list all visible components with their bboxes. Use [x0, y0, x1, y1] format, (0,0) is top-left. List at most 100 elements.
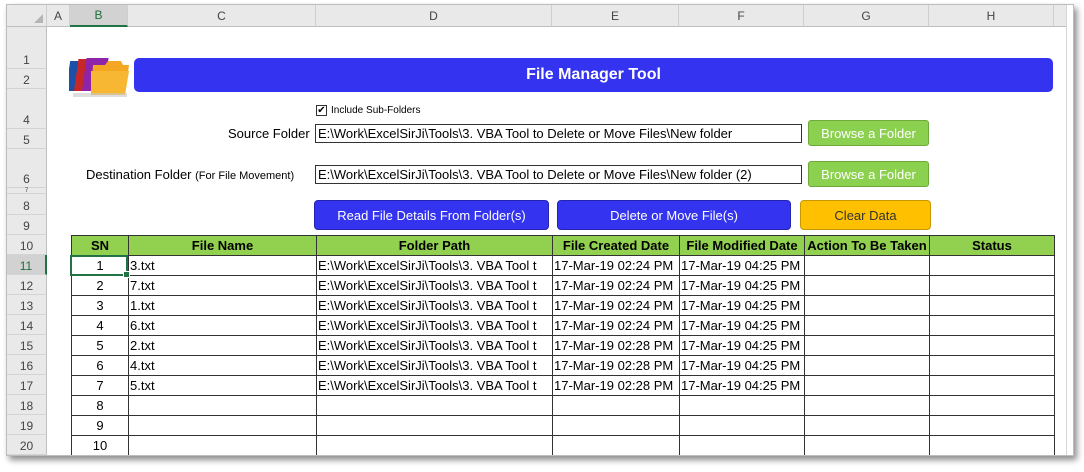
table-cell[interactable]: 9: [71, 415, 129, 436]
table-cell[interactable]: [804, 255, 930, 276]
table-cell[interactable]: [929, 295, 1055, 316]
table-cell[interactable]: 17-Mar-19 04:25 PM: [679, 275, 805, 296]
row-header-5[interactable]: 5: [7, 129, 47, 149]
table-cell[interactable]: 17-Mar-19 02:24 PM: [552, 295, 680, 316]
table-cell[interactable]: [804, 355, 930, 376]
column-header-d[interactable]: D: [316, 5, 552, 27]
table-cell[interactable]: [552, 395, 680, 416]
table-cell[interactable]: [552, 415, 680, 436]
table-cell[interactable]: [804, 295, 930, 316]
column-header-e[interactable]: E: [552, 5, 679, 27]
table-header-cell[interactable]: Action To Be Taken: [804, 235, 930, 256]
table-cell[interactable]: [929, 315, 1055, 336]
browse-source-button[interactable]: Browse a Folder: [808, 120, 929, 146]
table-cell[interactable]: 7.txt: [128, 275, 317, 296]
table-cell[interactable]: [804, 315, 930, 336]
table-cell[interactable]: 4: [71, 315, 129, 336]
table-cell[interactable]: 17-Mar-19 02:24 PM: [552, 275, 680, 296]
row-header-12[interactable]: 12: [7, 275, 47, 295]
include-subfolders-checkbox[interactable]: ✔ Include Sub-Folders: [316, 105, 421, 116]
table-cell[interactable]: 17-Mar-19 04:25 PM: [679, 355, 805, 376]
table-cell[interactable]: [552, 435, 680, 455]
table-cell[interactable]: 8: [71, 395, 129, 416]
table-cell[interactable]: [929, 335, 1055, 356]
row-header-15[interactable]: 15: [7, 335, 47, 355]
row-header-20[interactable]: 20: [7, 435, 47, 455]
column-header-a[interactable]: A: [47, 5, 70, 27]
table-cell[interactable]: 4.txt: [128, 355, 317, 376]
row-header-19[interactable]: 19: [7, 415, 47, 435]
table-header-cell[interactable]: File Created Date: [552, 235, 680, 256]
column-header-b[interactable]: B: [70, 5, 128, 27]
table-cell[interactable]: 3: [71, 295, 129, 316]
table-header-cell[interactable]: SN: [71, 235, 129, 256]
table-cell[interactable]: [929, 415, 1055, 436]
table-cell[interactable]: E:\Work\ExcelSirJi\Tools\3. VBA Tool t: [316, 375, 553, 396]
row-header-10[interactable]: 10: [7, 235, 47, 255]
table-cell[interactable]: 17-Mar-19 02:24 PM: [552, 315, 680, 336]
table-cell[interactable]: [128, 415, 317, 436]
table-cell[interactable]: 10: [71, 435, 129, 455]
source-folder-input[interactable]: E:\Work\ExcelSirJi\Tools\3. VBA Tool to …: [315, 124, 802, 143]
table-cell[interactable]: 17-Mar-19 04:25 PM: [679, 295, 805, 316]
column-header-f[interactable]: F: [679, 5, 804, 27]
table-cell[interactable]: 17-Mar-19 02:24 PM: [552, 255, 680, 276]
table-cell[interactable]: 3.txt: [128, 255, 317, 276]
row-header-14[interactable]: 14: [7, 315, 47, 335]
table-cell[interactable]: 6: [71, 355, 129, 376]
row-header-9[interactable]: 9: [7, 215, 47, 235]
table-header-cell[interactable]: File Name: [128, 235, 317, 256]
table-cell[interactable]: [316, 435, 553, 455]
vertical-scrollbar[interactable]: [1066, 5, 1073, 455]
table-cell[interactable]: 5.txt: [128, 375, 317, 396]
table-cell[interactable]: E:\Work\ExcelSirJi\Tools\3. VBA Tool t: [316, 315, 553, 336]
delete-or-move-button[interactable]: Delete or Move File(s): [557, 200, 791, 230]
table-cell[interactable]: [929, 255, 1055, 276]
row-header-11[interactable]: 11: [7, 255, 47, 275]
column-header-g[interactable]: G: [804, 5, 929, 27]
clear-data-button[interactable]: Clear Data: [800, 200, 931, 230]
table-cell[interactable]: E:\Work\ExcelSirJi\Tools\3. VBA Tool t: [316, 355, 553, 376]
table-cell[interactable]: 17-Mar-19 04:25 PM: [679, 315, 805, 336]
table-cell[interactable]: 6.txt: [128, 315, 317, 336]
table-cell[interactable]: [128, 435, 317, 455]
table-cell[interactable]: [316, 415, 553, 436]
table-cell[interactable]: 17-Mar-19 04:25 PM: [679, 335, 805, 356]
table-cell[interactable]: 7: [71, 375, 129, 396]
table-cell[interactable]: 2: [71, 275, 129, 296]
row-header-2[interactable]: 2: [7, 69, 47, 89]
table-cell[interactable]: E:\Work\ExcelSirJi\Tools\3. VBA Tool t: [316, 275, 553, 296]
table-cell[interactable]: 2.txt: [128, 335, 317, 356]
table-cell[interactable]: [804, 335, 930, 356]
table-cell[interactable]: [929, 375, 1055, 396]
table-header-cell[interactable]: Status: [929, 235, 1055, 256]
checkbox-box[interactable]: ✔: [316, 105, 327, 116]
row-header-6[interactable]: 6: [7, 149, 47, 188]
table-cell[interactable]: [316, 395, 553, 416]
row-header-1[interactable]: 1: [7, 27, 47, 69]
table-cell[interactable]: [804, 375, 930, 396]
table-cell[interactable]: [929, 395, 1055, 416]
table-cell[interactable]: E:\Work\ExcelSirJi\Tools\3. VBA Tool t: [316, 255, 553, 276]
table-cell[interactable]: [804, 415, 930, 436]
table-cell[interactable]: 17-Mar-19 02:28 PM: [552, 335, 680, 356]
row-header-8[interactable]: 8: [7, 194, 47, 215]
table-cell[interactable]: [804, 435, 930, 455]
table-cell[interactable]: 17-Mar-19 04:25 PM: [679, 255, 805, 276]
table-cell[interactable]: E:\Work\ExcelSirJi\Tools\3. VBA Tool t: [316, 295, 553, 316]
table-cell[interactable]: [679, 395, 805, 416]
table-cell[interactable]: [929, 435, 1055, 455]
row-header-16[interactable]: 16: [7, 355, 47, 375]
row-header-17[interactable]: 17: [7, 375, 47, 395]
row-header-13[interactable]: 13: [7, 295, 47, 315]
table-cell[interactable]: [804, 275, 930, 296]
select-all-corner[interactable]: [7, 5, 47, 27]
row-header-18[interactable]: 18: [7, 395, 47, 415]
table-header-cell[interactable]: File Modified Date: [679, 235, 805, 256]
table-cell[interactable]: [679, 415, 805, 436]
table-cell[interactable]: 17-Mar-19 04:25 PM: [679, 375, 805, 396]
table-cell[interactable]: [679, 435, 805, 455]
table-cell[interactable]: 5: [71, 335, 129, 356]
table-cell[interactable]: [929, 275, 1055, 296]
column-header-c[interactable]: C: [128, 5, 316, 27]
